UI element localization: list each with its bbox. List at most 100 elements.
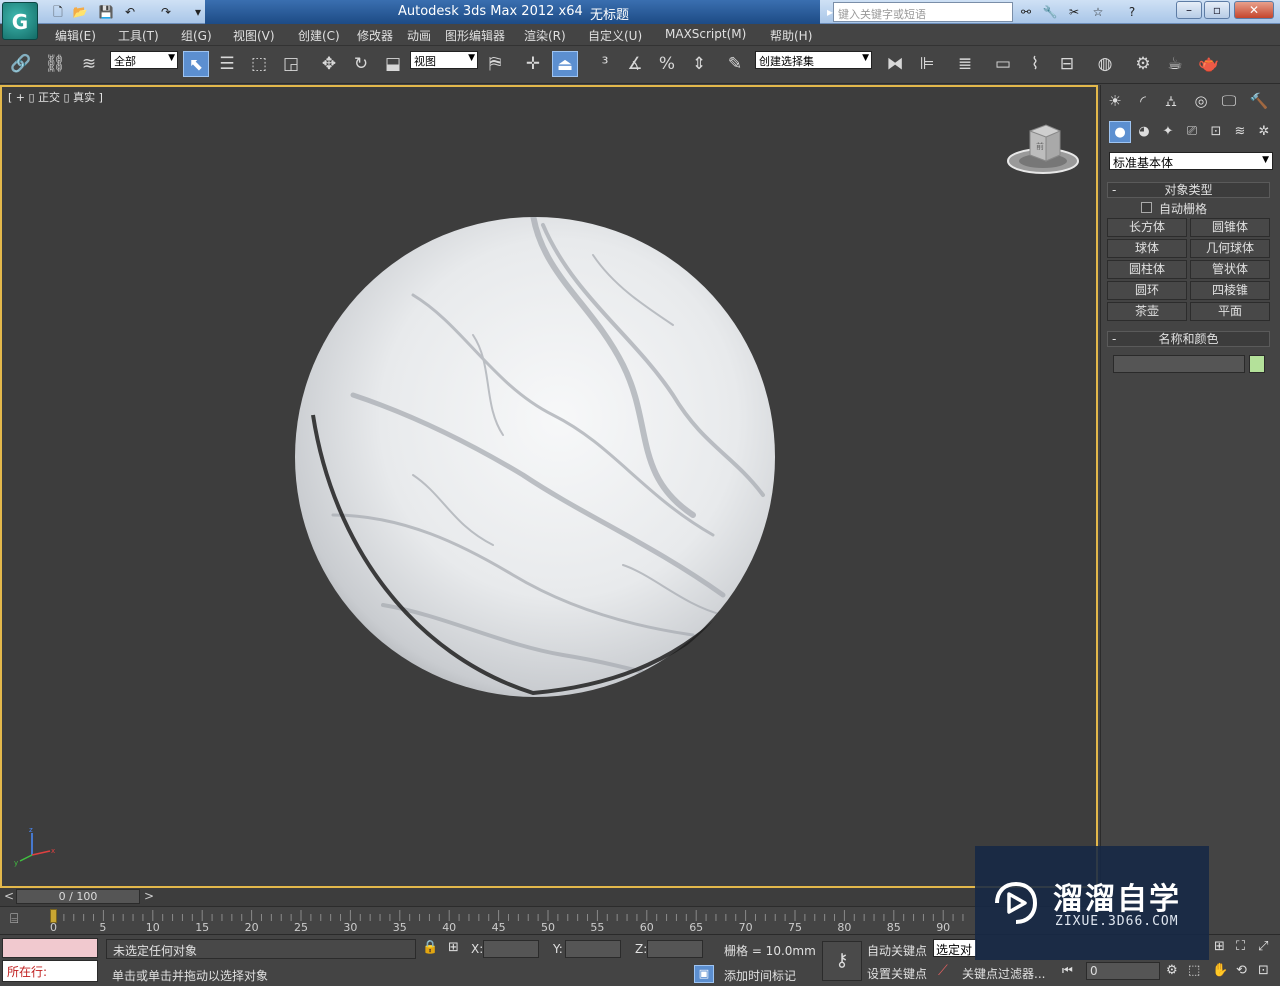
- viewcube[interactable]: 前: [1006, 121, 1080, 177]
- select-rotate-icon[interactable]: ↻: [348, 51, 374, 77]
- lights-icon[interactable]: ✦: [1157, 121, 1179, 143]
- set-key-icon[interactable]: ⚷: [822, 941, 862, 981]
- helpers-icon[interactable]: ⊡: [1205, 121, 1227, 143]
- new-file-icon[interactable]: 🗋: [50, 4, 66, 20]
- layer-manager-icon[interactable]: ≣: [952, 51, 978, 77]
- modify-tab-icon[interactable]: ◜: [1131, 89, 1155, 113]
- angle-snap-icon[interactable]: ∡: [622, 51, 648, 77]
- menu-tools[interactable]: 工具(T): [118, 27, 159, 44]
- graphite-ribbon-icon[interactable]: ▭: [990, 51, 1016, 77]
- utilities-tab-icon[interactable]: 🔨: [1247, 89, 1271, 113]
- schematic-view-icon[interactable]: ⊟: [1054, 51, 1080, 77]
- link-icon[interactable]: 🔗: [8, 51, 34, 77]
- go-to-start-icon[interactable]: ⏮: [1062, 963, 1073, 978]
- select-by-name-icon[interactable]: ☰: [214, 51, 240, 77]
- track-bar[interactable]: ⌸ 0 5 10 15 20 25 30 35 40 45 50 55 60 65 70 75 80 85 90: [0, 906, 1100, 934]
- render-setup-icon[interactable]: ⚙: [1130, 51, 1156, 77]
- mirror-icon[interactable]: ⧓: [882, 51, 908, 77]
- menu-views[interactable]: 视图(V): [233, 27, 275, 44]
- pyramid-button[interactable]: 四棱锥: [1190, 281, 1270, 300]
- add-time-tag[interactable]: 添加时间标记: [724, 967, 796, 984]
- search-input[interactable]: 键入关键字或短语: [833, 2, 1013, 22]
- percent-snap-icon[interactable]: %: [654, 51, 680, 77]
- orbit-icon[interactable]: ⟲: [1236, 963, 1247, 978]
- maximize-toggle-icon[interactable]: ⊡: [1258, 963, 1269, 978]
- object-type-rollout[interactable]: - 对象类型: [1107, 182, 1270, 198]
- snaps-toggle-icon[interactable]: ³: [592, 51, 618, 77]
- rectangular-selection-icon[interactable]: ⬚: [246, 51, 272, 77]
- motion-tab-icon[interactable]: ◎: [1189, 89, 1213, 113]
- viewport-label[interactable]: [ + ▯ 正交 ▯ 真实 ]: [8, 89, 103, 105]
- object-name-field[interactable]: [1113, 355, 1245, 373]
- box-button[interactable]: 长方体: [1107, 218, 1187, 237]
- binoculars-icon[interactable]: ⚯: [1018, 4, 1034, 20]
- time-config-icon[interactable]: ⚙: [1166, 963, 1178, 978]
- x-coordinate-field[interactable]: [483, 940, 539, 958]
- menu-graph-editors[interactable]: 图形编辑器: [445, 27, 505, 44]
- rendered-frame-window-icon[interactable]: ☕: [1162, 51, 1188, 77]
- pivot-center-icon[interactable]: ⛿: [482, 51, 508, 77]
- name-color-rollout[interactable]: - 名称和颜色: [1107, 331, 1270, 347]
- y-coordinate-field[interactable]: [565, 940, 621, 958]
- select-object-icon[interactable]: ⬉: [183, 51, 209, 77]
- maximize-viewport-icon[interactable]: ⤢: [1258, 939, 1268, 954]
- maximize-button[interactable]: ▫: [1204, 1, 1230, 19]
- absolute-mode-icon[interactable]: ⊞: [448, 940, 459, 955]
- key-mode-select[interactable]: 选定对: [933, 939, 977, 957]
- time-slider-bar[interactable]: < 0 / 100 >: [0, 888, 1100, 906]
- menu-edit[interactable]: 编辑(E): [55, 27, 96, 44]
- menu-modifiers[interactable]: 修改器: [357, 27, 393, 44]
- align-icon[interactable]: ⊫: [914, 51, 940, 77]
- tube-button[interactable]: 管状体: [1190, 260, 1270, 279]
- geometry-category-select[interactable]: 标准基本体: [1109, 152, 1273, 170]
- geometry-icon[interactable]: ●: [1109, 121, 1131, 143]
- torus-button[interactable]: 圆环: [1107, 281, 1187, 300]
- time-tag-icon[interactable]: ▣: [694, 965, 714, 983]
- cameras-icon[interactable]: ⎚: [1181, 121, 1203, 143]
- z-coordinate-field[interactable]: [647, 940, 703, 958]
- minimize-button[interactable]: –: [1176, 1, 1202, 19]
- key-filters-button[interactable]: 关键点过滤器...: [962, 965, 1045, 982]
- current-frame-field[interactable]: 0: [1086, 962, 1160, 980]
- time-slider-thumb[interactable]: 0 / 100: [16, 889, 140, 904]
- close-button[interactable]: ✕: [1234, 1, 1274, 19]
- quick-access-dropdown-icon[interactable]: ▾: [190, 4, 206, 20]
- systems-icon[interactable]: ✲: [1253, 121, 1275, 143]
- shapes-icon[interactable]: ◕: [1133, 121, 1155, 143]
- prev-frame-arrow-icon[interactable]: <: [4, 889, 14, 903]
- create-tab-icon[interactable]: ☀: [1103, 89, 1127, 113]
- curve-editor-icon[interactable]: ⌇: [1022, 51, 1048, 77]
- menu-group[interactable]: 组(G): [181, 27, 212, 44]
- menu-create[interactable]: 创建(C): [298, 27, 340, 44]
- zoom-extents-icon[interactable]: ⊞: [1214, 939, 1225, 954]
- window-crossing-icon[interactable]: ◲: [278, 51, 304, 77]
- selection-lock-icon[interactable]: 🔒: [422, 940, 438, 955]
- open-file-icon[interactable]: 📂: [72, 4, 88, 20]
- redo-icon[interactable]: ↷: [158, 4, 174, 20]
- cone-button[interactable]: 圆锥体: [1190, 218, 1270, 237]
- undo-icon[interactable]: ↶: [122, 4, 138, 20]
- hierarchy-tab-icon[interactable]: ⛼: [1159, 89, 1183, 113]
- set-key-button[interactable]: 设置关键点: [867, 965, 927, 982]
- menu-maxscript[interactable]: MAXScript(M): [665, 27, 746, 41]
- cylinder-button[interactable]: 圆柱体: [1107, 260, 1187, 279]
- reference-coordinate-select[interactable]: 视图: [410, 51, 478, 69]
- display-tab-icon[interactable]: 🖵: [1217, 89, 1241, 113]
- communication-icon[interactable]: ✂: [1066, 4, 1082, 20]
- keyboard-shortcut-override-icon[interactable]: ⏏: [552, 51, 578, 77]
- region-zoom-icon[interactable]: ⬚: [1188, 963, 1200, 978]
- application-button[interactable]: G: [2, 2, 38, 40]
- favorites-icon[interactable]: ☆: [1090, 4, 1106, 20]
- menu-help[interactable]: 帮助(H): [770, 27, 812, 44]
- save-icon[interactable]: 💾: [98, 4, 114, 20]
- sphere-button[interactable]: 球体: [1107, 239, 1187, 258]
- spacewarps-icon[interactable]: ≋: [1229, 121, 1251, 143]
- auto-key-button[interactable]: 自动关键点: [867, 942, 927, 959]
- selection-filter-select[interactable]: 全部: [110, 51, 178, 69]
- help-icon[interactable]: ?: [1124, 4, 1140, 20]
- unlink-icon[interactable]: ⛓: [42, 51, 68, 77]
- perspective-viewport[interactable]: [ + ▯ 正交 ▯ 真实 ] 前 z x y: [0, 85, 1098, 888]
- mini-curve-editor-icon[interactable]: ⌸: [10, 911, 18, 927]
- bind-spacewarp-icon[interactable]: ≋: [76, 51, 102, 77]
- named-selection-set-select[interactable]: 创建选择集: [755, 51, 872, 69]
